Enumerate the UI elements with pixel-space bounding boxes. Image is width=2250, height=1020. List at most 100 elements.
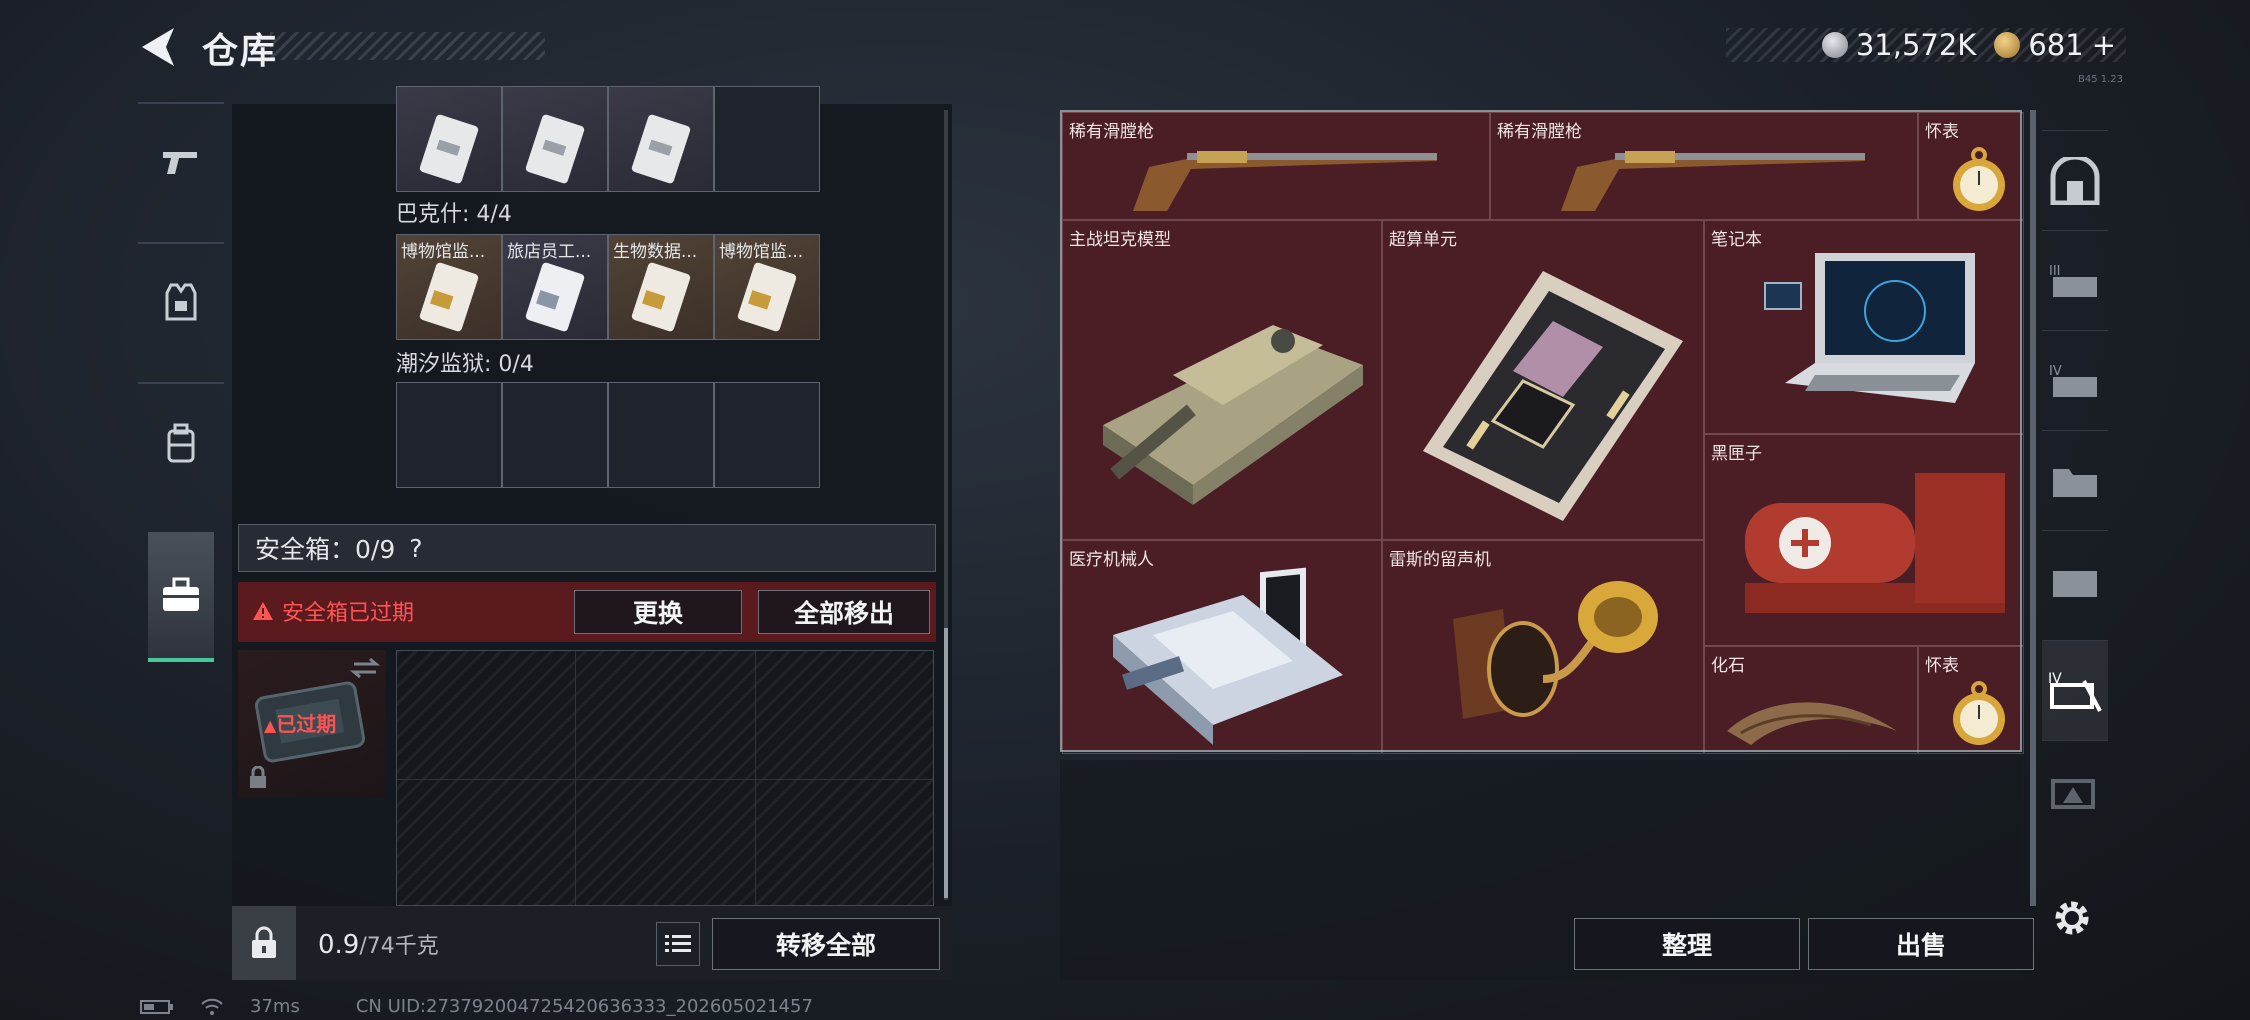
stash-tabs-nav: III IV IV (2042, 130, 2108, 880)
weight-lock-button[interactable] (232, 906, 296, 980)
left-scroll-thumb[interactable] (944, 628, 948, 898)
svg-text:IV: IV (2049, 364, 2062, 379)
gold-amount: 681 (2028, 28, 2084, 62)
collection-slot[interactable] (502, 382, 608, 488)
stash-item-gramophone[interactable]: 雷斯的留声机 (1382, 540, 1704, 754)
add-gold-icon[interactable]: + (2092, 28, 2116, 62)
item-label: 超算单元 (1389, 230, 1457, 250)
bunker-icon (2050, 156, 2100, 205)
item-label: 主战坦克模型 (1069, 230, 1171, 250)
collection-slot[interactable] (714, 382, 820, 488)
stash-tab-2[interactable]: III (2042, 230, 2108, 330)
locked-stash-icon (2051, 778, 2095, 809)
nav-safebox-tab[interactable] (148, 532, 214, 662)
silver-coin-icon (1821, 32, 1848, 58)
nav-armor-tab[interactable] (138, 242, 224, 362)
access-card-icon (525, 114, 585, 184)
ping-readout: 37ms (250, 996, 300, 1017)
remove-all-button[interactable]: 全部移出 (758, 590, 930, 634)
stash-item-musket[interactable]: 稀有滑膛枪 (1490, 112, 1918, 220)
padlock-icon (252, 926, 276, 958)
access-card-icon (419, 114, 479, 184)
collection-slot[interactable]: 生物数据... (608, 234, 714, 340)
collection-slot[interactable]: 旅店员工... (502, 234, 608, 340)
stash-tab-3[interactable]: IV (2042, 330, 2108, 430)
silver-currency: 31,572K (1821, 28, 1976, 62)
stash-item-black-box[interactable]: 黑匣子 (1704, 434, 2024, 646)
stash-tab-6[interactable]: IV (2042, 640, 2108, 740)
safe-box-grid[interactable] (396, 650, 934, 906)
stash-item-supercomputer-unit[interactable]: 超算单元 (1382, 220, 1704, 540)
stash-item-laptop[interactable]: 笔记本 (1704, 220, 2024, 434)
safe-box-capacity: 安全箱：0/9 (255, 535, 396, 564)
sell-button[interactable]: 出售 (1808, 918, 2034, 970)
backpack-icon (167, 423, 195, 463)
collection-slot[interactable] (608, 86, 714, 192)
expired-badge-text: 已过期 (276, 712, 337, 736)
uid-readout: CN UID:273792004725420636333_20260502145… (355, 996, 813, 1017)
lock-icon (250, 766, 266, 788)
collection-slot[interactable] (608, 382, 714, 488)
collection-slot[interactable] (714, 86, 820, 192)
pocket-watch-icon (1953, 147, 2005, 211)
safe-box-header: 安全箱：0/9 ? (238, 524, 936, 572)
stash-item-pocket-watch[interactable]: 怀表 (1918, 112, 2024, 220)
collection-slot[interactable] (502, 86, 608, 192)
replace-button[interactable]: 更换 (574, 590, 742, 634)
stash-tab-4[interactable] (2042, 430, 2108, 530)
collection-slot[interactable] (396, 382, 502, 488)
access-card-icon (631, 114, 691, 184)
pocket-watch-icon (1953, 681, 2005, 745)
expired-notice-text: 安全箱已过期 (282, 601, 415, 626)
nav-weapon-tab[interactable] (138, 102, 224, 222)
medical-robot-icon (1113, 567, 1343, 745)
item-label: 雷斯的留声机 (1389, 550, 1491, 570)
gold-currency[interactable]: 681 + (1994, 28, 2116, 62)
stash-collection-icon (2053, 570, 2097, 597)
stash-level-3-icon: IV (2049, 364, 2097, 397)
warning-icon (253, 602, 273, 620)
active-stash-icon: IV (2048, 671, 2102, 712)
access-card-icon (525, 262, 585, 332)
fossil-icon (1727, 702, 1897, 745)
stash-level-2-icon: III (2049, 264, 2097, 297)
svg-text:III: III (2049, 264, 2061, 279)
item-label: 怀表 (1925, 122, 1959, 142)
stash-scrollbar[interactable] (2030, 110, 2036, 906)
item-label: 博物馆监... (719, 242, 804, 262)
stash-tab-5[interactable] (2042, 530, 2108, 630)
currency-bar: 31,572K 681 + (1726, 28, 2126, 62)
item-label: 旅店员工... (507, 242, 592, 262)
transfer-all-button[interactable]: 转移全部 (712, 918, 940, 970)
list-view-button[interactable] (656, 922, 700, 966)
weight-capacity: /74千克 (359, 934, 439, 959)
musket-icon (1561, 151, 1865, 211)
stash-item-pocket-watch[interactable]: 怀表 (1918, 646, 2024, 754)
musket-icon (1133, 151, 1437, 211)
item-label: 怀表 (1925, 656, 1959, 676)
collection-title: 巴克什: 4/4 (396, 202, 512, 227)
item-label: 博物馆监... (401, 242, 486, 262)
stash-item-fossil[interactable]: 化石 (1704, 646, 1918, 754)
sort-button[interactable]: 整理 (1574, 918, 1800, 970)
collection-row-tide-prison (396, 382, 820, 488)
collection-slot[interactable]: 博物馆监... (714, 234, 820, 340)
stash-grid: 稀有滑膛枪 稀有滑膛枪 怀表 主战坦克模型 超算单元 笔记本 黑匣子 医疗机械人… (1060, 110, 2024, 754)
nav-backpack-tab[interactable] (138, 382, 224, 502)
stash-tab-7[interactable] (2042, 740, 2108, 840)
settings-button[interactable] (2050, 896, 2094, 940)
back-button[interactable] (138, 24, 184, 70)
stash-item-musket[interactable]: 稀有滑膛枪 (1062, 112, 1490, 220)
wifi-icon (201, 998, 223, 1015)
battery-icon (140, 999, 173, 1014)
stash-item-medical-robot[interactable]: 医疗机械人 (1062, 540, 1382, 754)
collection-slot[interactable] (396, 86, 502, 192)
collection-slot[interactable]: 博物馆监... (396, 234, 502, 340)
stash-item-tank-model[interactable]: 主战坦克模型 (1062, 220, 1382, 540)
expired-badge: ▲已过期 (264, 712, 337, 736)
stash-tab-1[interactable] (2042, 130, 2108, 230)
help-icon[interactable]: ? (409, 534, 422, 563)
swap-icon[interactable] (350, 656, 380, 680)
collection-title: 潮汐监狱: 0/4 (396, 352, 534, 377)
left-nav (138, 102, 224, 672)
